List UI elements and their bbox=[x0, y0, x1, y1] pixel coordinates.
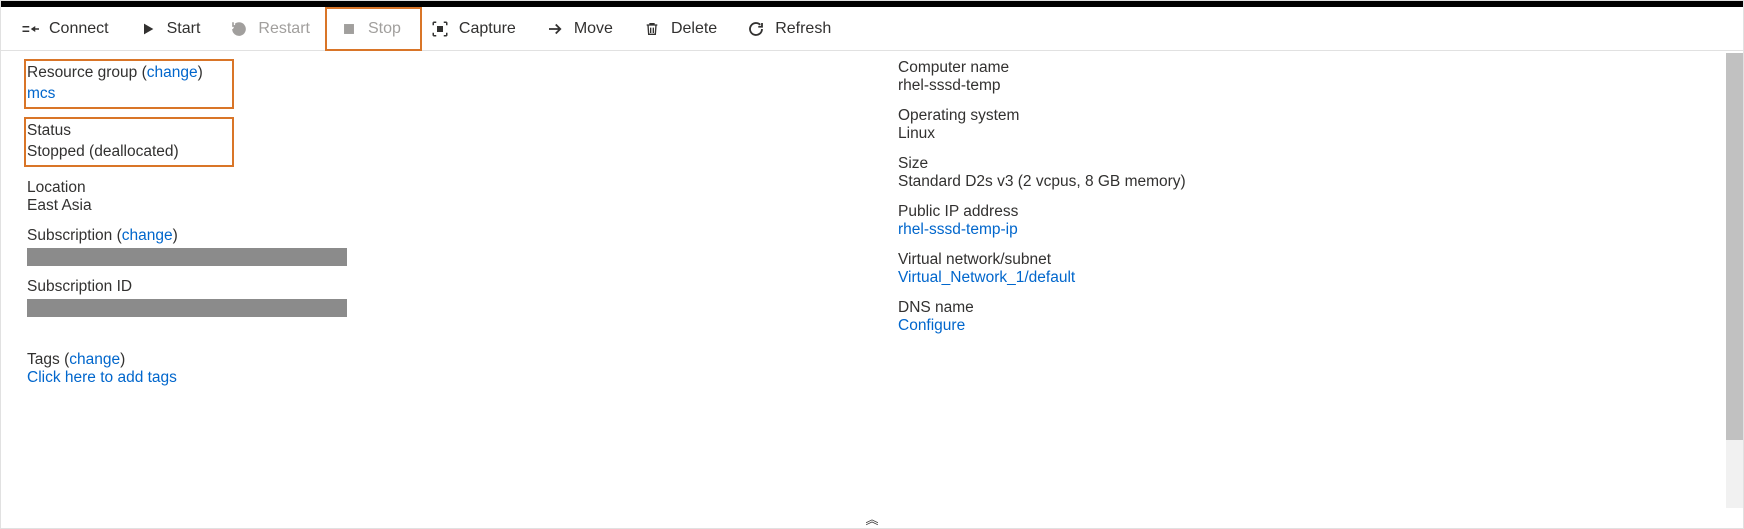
play-icon bbox=[139, 20, 157, 38]
arrow-right-icon bbox=[546, 20, 564, 38]
public-ip-field: Public IP address rhel-sssd-temp-ip bbox=[898, 203, 1733, 239]
change-tags-link[interactable]: change bbox=[69, 351, 120, 368]
restart-button: Restart bbox=[220, 16, 324, 42]
highlight-resource-group: Resource group (change) mcs bbox=[24, 59, 234, 109]
capture-button[interactable]: Capture bbox=[421, 16, 530, 42]
os-field: Operating system Linux bbox=[898, 107, 1733, 143]
restart-icon bbox=[230, 20, 248, 38]
start-label: Start bbox=[167, 20, 201, 38]
refresh-label: Refresh bbox=[775, 20, 831, 38]
subscription-id-label: Subscription ID bbox=[27, 278, 862, 296]
public-ip-link[interactable]: rhel-sssd-temp-ip bbox=[898, 221, 1018, 238]
stop-icon bbox=[340, 20, 358, 38]
size-value: Standard D2s v3 (2 vcpus, 8 GB memory) bbox=[898, 173, 1733, 191]
vnet-field: Virtual network/subnet Virtual_Network_1… bbox=[898, 251, 1733, 287]
dns-label: DNS name bbox=[898, 299, 1733, 317]
tags-label: Tags bbox=[27, 351, 60, 368]
computer-name-value: rhel-sssd-temp bbox=[898, 77, 1733, 95]
vnet-link[interactable]: Virtual_Network_1/default bbox=[898, 269, 1075, 286]
size-field: Size Standard D2s v3 (2 vcpus, 8 GB memo… bbox=[898, 155, 1733, 191]
command-toolbar: Connect Start Restart Stop Capture bbox=[1, 7, 1743, 51]
delete-button[interactable]: Delete bbox=[633, 16, 731, 42]
subscription-field: Subscription (change) bbox=[27, 227, 862, 266]
connect-icon bbox=[21, 20, 39, 38]
connect-button[interactable]: Connect bbox=[11, 16, 123, 42]
capture-icon bbox=[431, 20, 449, 38]
os-value: Linux bbox=[898, 125, 1733, 143]
trash-icon bbox=[643, 20, 661, 38]
collapse-chevron[interactable]: ︽ bbox=[1, 508, 1743, 528]
connect-label: Connect bbox=[49, 20, 109, 38]
change-subscription-link[interactable]: change bbox=[122, 227, 173, 244]
os-label: Operating system bbox=[898, 107, 1733, 125]
location-value: East Asia bbox=[27, 197, 862, 215]
location-field: Location East Asia bbox=[27, 179, 862, 215]
change-resource-group-link[interactable]: change bbox=[147, 64, 198, 81]
size-label: Size bbox=[898, 155, 1733, 173]
dns-configure-link[interactable]: Configure bbox=[898, 317, 965, 334]
refresh-icon bbox=[747, 20, 765, 38]
status-value: Stopped (deallocated) bbox=[27, 142, 228, 163]
subscription-id-value-redacted bbox=[27, 299, 347, 317]
restart-label: Restart bbox=[258, 20, 310, 38]
subscription-id-field: Subscription ID bbox=[27, 278, 862, 317]
stop-label: Stop bbox=[368, 20, 401, 38]
move-label: Move bbox=[574, 20, 613, 38]
properties-left-column: Resource group (change) mcs Status Stopp… bbox=[1, 51, 872, 407]
properties-right-column: Computer name rhel-sssd-temp Operating s… bbox=[872, 51, 1743, 407]
start-button[interactable]: Start bbox=[129, 16, 215, 42]
stop-button: Stop bbox=[330, 16, 415, 42]
status-field: Status Stopped (deallocated) bbox=[27, 117, 862, 167]
computer-name-field: Computer name rhel-sssd-temp bbox=[898, 59, 1733, 95]
add-tags-link[interactable]: Click here to add tags bbox=[27, 369, 177, 386]
properties-section: Resource group (change) mcs Status Stopp… bbox=[1, 51, 1743, 407]
resource-group-label: Resource group bbox=[27, 64, 137, 81]
location-label: Location bbox=[27, 179, 862, 197]
resource-group-link[interactable]: mcs bbox=[27, 85, 55, 102]
move-button[interactable]: Move bbox=[536, 16, 627, 42]
delete-label: Delete bbox=[671, 20, 717, 38]
public-ip-label: Public IP address bbox=[898, 203, 1733, 221]
capture-label: Capture bbox=[459, 20, 516, 38]
vm-overview-pane: Connect Start Restart Stop Capture bbox=[0, 0, 1744, 529]
resource-group-field: Resource group (change) mcs bbox=[27, 59, 862, 109]
computer-name-label: Computer name bbox=[898, 59, 1733, 77]
refresh-button[interactable]: Refresh bbox=[737, 16, 845, 42]
vertical-scrollbar[interactable] bbox=[1726, 53, 1743, 508]
scrollbar-thumb[interactable] bbox=[1726, 53, 1743, 440]
subscription-value-redacted bbox=[27, 248, 347, 266]
status-label: Status bbox=[27, 121, 228, 142]
dns-field: DNS name Configure bbox=[898, 299, 1733, 335]
subscription-label: Subscription bbox=[27, 227, 112, 244]
tags-field: Tags (change) Click here to add tags bbox=[27, 351, 862, 387]
highlight-status: Status Stopped (deallocated) bbox=[24, 117, 234, 167]
vnet-label: Virtual network/subnet bbox=[898, 251, 1733, 269]
chevron-double-up-icon: ︽ bbox=[865, 509, 878, 528]
